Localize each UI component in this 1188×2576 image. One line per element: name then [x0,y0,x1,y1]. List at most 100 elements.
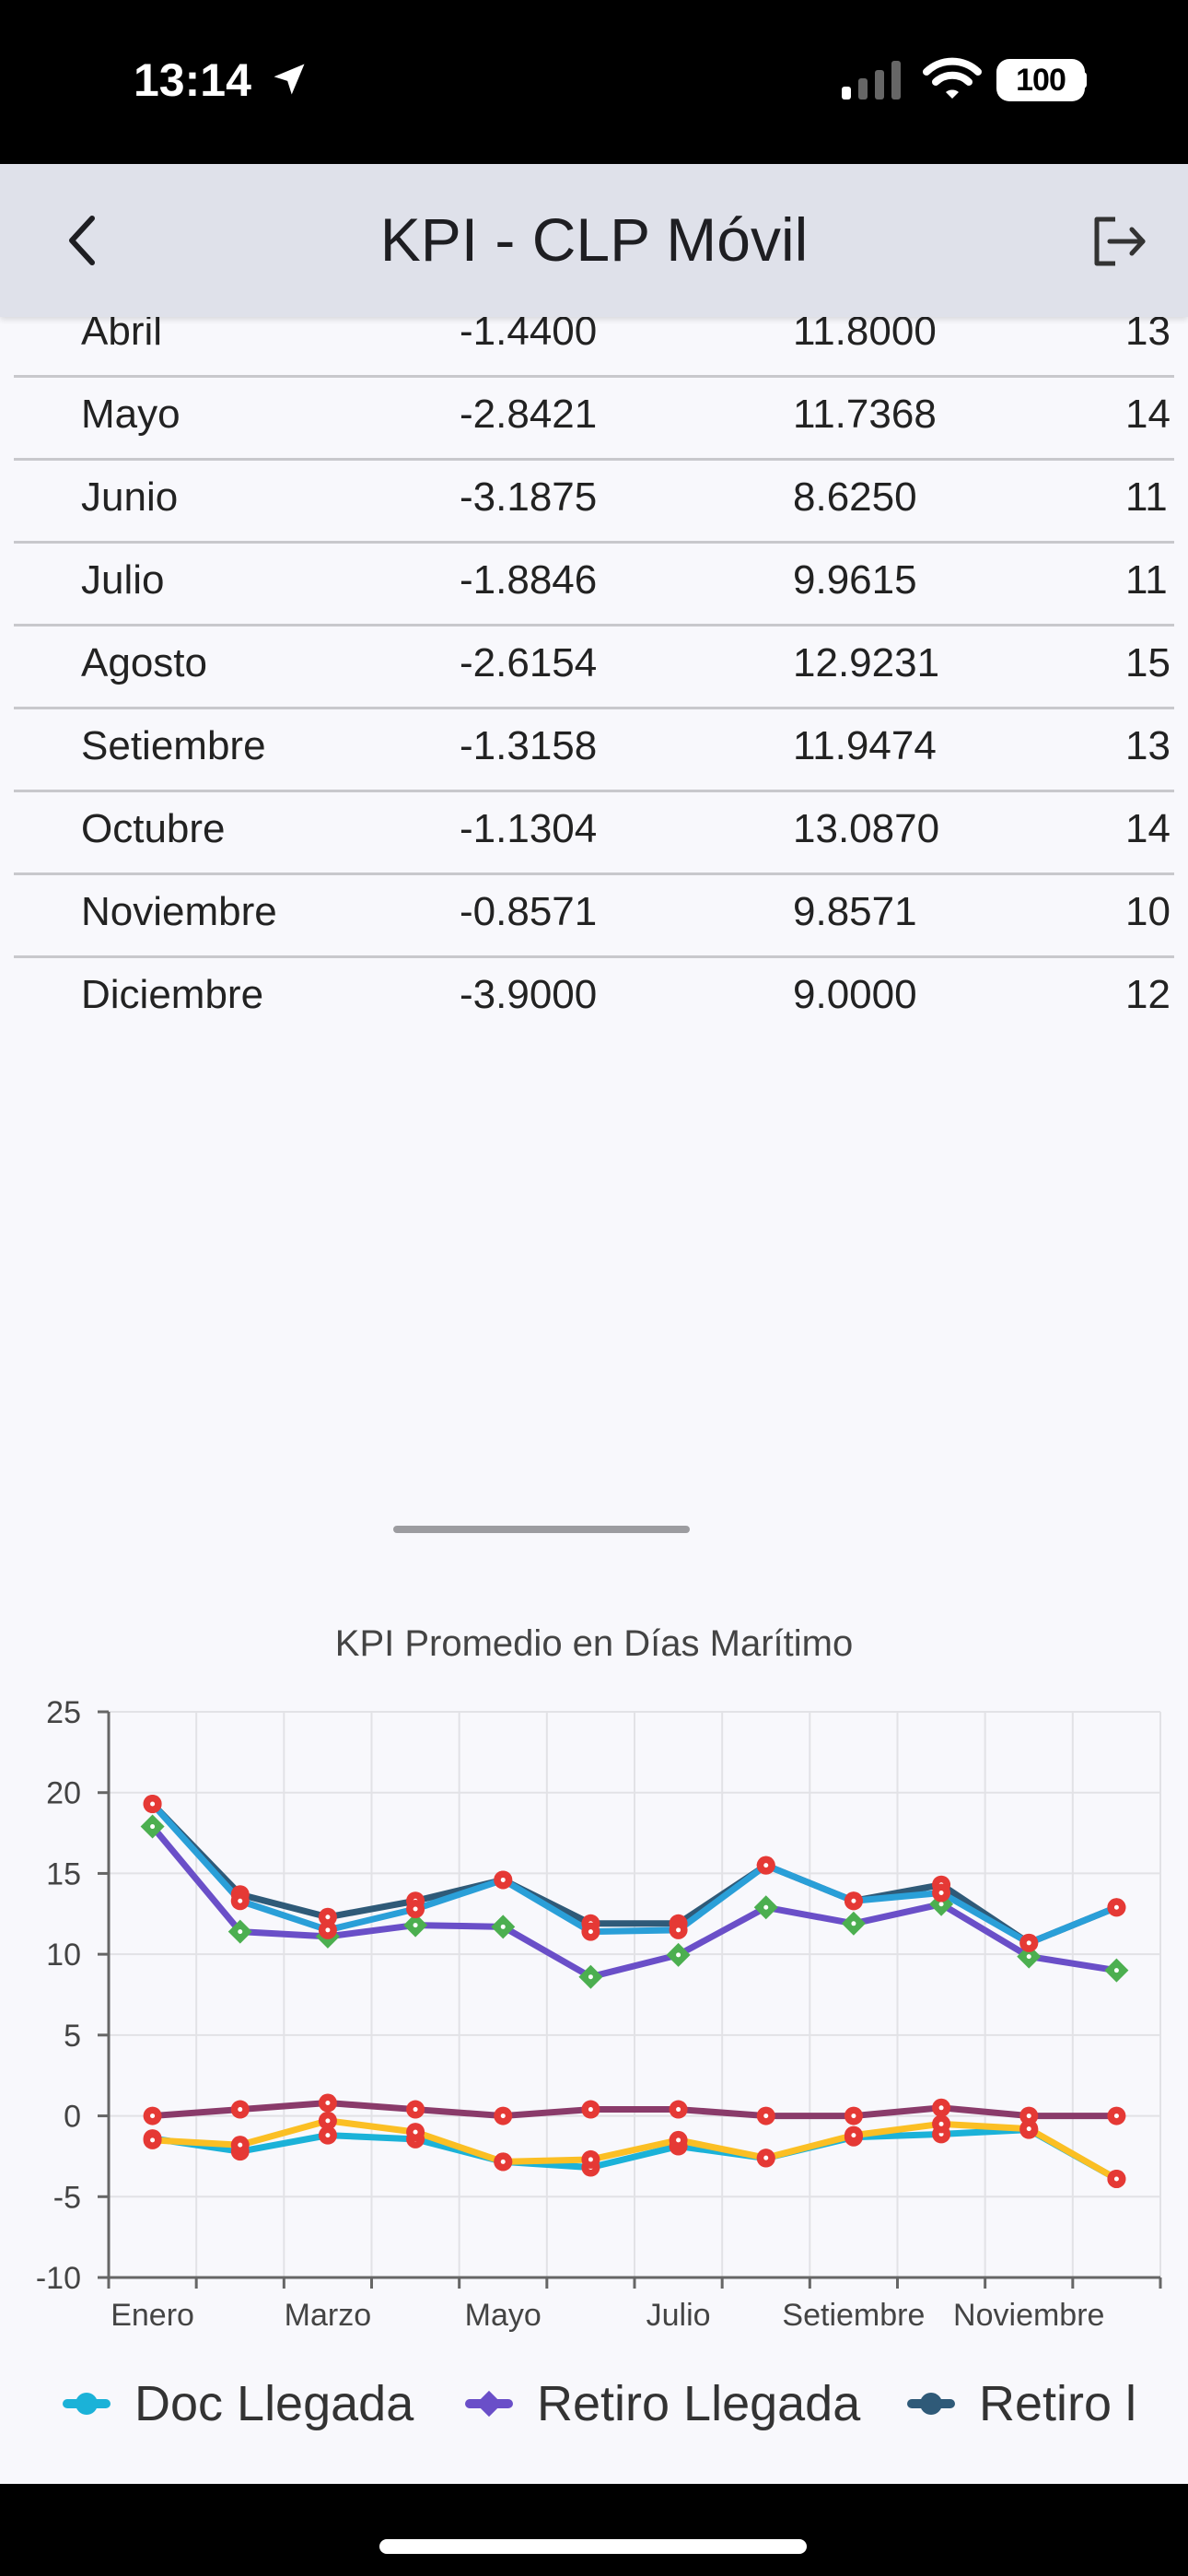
data-point-center [413,1906,418,1912]
drag-handle[interactable] [393,1526,690,1533]
data-point-center [150,1824,156,1830]
cell-month: Mayo [81,392,181,437]
chart-title: KPI Promedio en Días Marítimo [335,1623,853,1664]
data-point-center [413,2107,418,2113]
cell-value: 11 [1125,557,1168,603]
data-point-center [413,1923,418,1928]
cell-value: 11.7368 [793,392,937,437]
data-point-center [588,2157,593,2162]
data-point-center [851,2113,856,2119]
y-tick-label: 25 [46,1695,81,1730]
data-point-center [938,1902,944,1907]
legend-item-retiro-llegada[interactable]: Retiro Llegada [465,2371,860,2436]
home-indicator[interactable] [379,2539,807,2554]
data-point-center [588,2107,593,2113]
y-tick-label: 10 [46,1938,81,1973]
cell-value: -0.8571 [460,889,598,934]
cell-value: 10 [1125,889,1171,934]
data-point-center [1113,1904,1119,1910]
data-point-center [1026,1954,1031,1960]
wifi-icon [923,57,982,99]
y-tick-label: 0 [64,2100,81,2135]
bottom-bar [0,2484,1188,2576]
data-point-center [676,2137,681,2143]
cell-month: Agosto [81,640,207,685]
y-tick-label: -5 [53,2180,81,2215]
data-point-center [238,2107,243,2113]
cell-value: 14 [1125,806,1171,851]
x-tick-label: Noviembre [953,2298,1104,2333]
data-point-center [1026,2126,1031,2132]
data-point-center [238,2142,243,2148]
table-row: Agosto -2.6154 12.9231 15 [14,624,1174,709]
data-point-center [500,1924,506,1929]
data-point-center [325,1927,331,1933]
table-row: Junio -3.1875 8.6250 11 [14,458,1174,544]
cell-month: Octubre [81,806,226,851]
data-point-center [851,1898,856,1903]
data-point-center [938,2121,944,2126]
legend-marker [907,2393,955,2415]
cell-month: Setiembre [81,723,266,768]
data-point-center [500,2159,506,2164]
cell-value: 9.8571 [793,889,917,934]
data-point-center [851,1921,856,1926]
location-arrow-icon [274,64,305,95]
cellular-signal-icon [842,61,901,100]
table-row: Setiembre -1.3158 11.9474 13 [14,707,1174,792]
data-point-center [325,2118,331,2124]
table-row: Noviembre -0.8571 9.8571 10 [14,872,1174,958]
data-point-center [150,1801,156,1807]
legend-label: Doc Llegada [134,2376,414,2431]
data-point-center [938,1890,944,1895]
data-point-center [500,1877,506,1882]
table-row: Mayo -2.8421 11.7368 14 [14,375,1174,461]
legend-item-retiro[interactable]: Retiro l [907,2371,1136,2436]
battery-cap [1079,72,1087,88]
cell-value: -1.3158 [460,723,598,768]
data-point-center [588,1929,593,1935]
data-point-center [676,1927,681,1933]
status-bar: 13:14 100 [0,0,1188,164]
legend-label: Retiro l [979,2376,1137,2431]
data-point-center [763,1904,769,1910]
legend-marker [465,2390,513,2418]
cell-value: -3.1875 [460,474,598,520]
cell-value: 11.9474 [793,723,937,768]
kpi-table[interactable]: Abril -1.4400 11.8000 13 Mayo -2.8421 11… [0,304,1188,1023]
cell-value: -1.1304 [460,806,598,851]
logout-button[interactable] [1077,205,1160,278]
cell-value: -3.9000 [460,972,598,1017]
x-tick-label: Setiembre [782,2298,925,2333]
data-point-center [676,1952,681,1958]
x-tick-label: Julio [646,2298,711,2333]
data-point-center [238,1898,243,1903]
battery-indicator: 100 [996,59,1085,101]
cell-value: 11 [1125,474,1168,520]
cell-value: -2.6154 [460,640,598,685]
legend-item-doc-llegada[interactable]: Doc Llegada [63,2371,413,2436]
page-title: KPI - CLP Móvil [379,205,809,274]
legend-label: Retiro Llegada [537,2376,861,2431]
data-point-center [763,1863,769,1868]
cell-value: -1.8846 [460,557,598,603]
cell-value: 12 [1125,972,1171,1017]
data-point-center [851,2133,856,2138]
y-tick-label: 15 [46,1856,81,1891]
data-point-center [763,2113,769,2119]
data-point-center [938,2105,944,2111]
data-point-center [1026,2113,1031,2119]
chart-legend[interactable]: Doc Llegada Retiro Llegada Retiro l [0,2364,1188,2447]
data-point-center [588,1974,593,1980]
cell-month: Diciembre [81,972,264,1017]
kpi-chart: KPI Promedio en Días Marítimo 25 20 15 10 5 0 -… [0,1603,1188,2359]
table-row: Diciembre -3.9000 9.0000 12 [14,955,1174,1023]
cell-month: Noviembre [81,889,277,934]
cell-value: 9.9615 [793,557,917,603]
y-tick-label: 5 [64,2019,81,2054]
cell-value: 12.9231 [793,640,940,685]
battery-level: 100 [1016,62,1066,98]
cell-value: 13.0870 [793,806,940,851]
data-point-center [1113,2176,1119,2182]
cell-value: 9.0000 [793,972,917,1017]
